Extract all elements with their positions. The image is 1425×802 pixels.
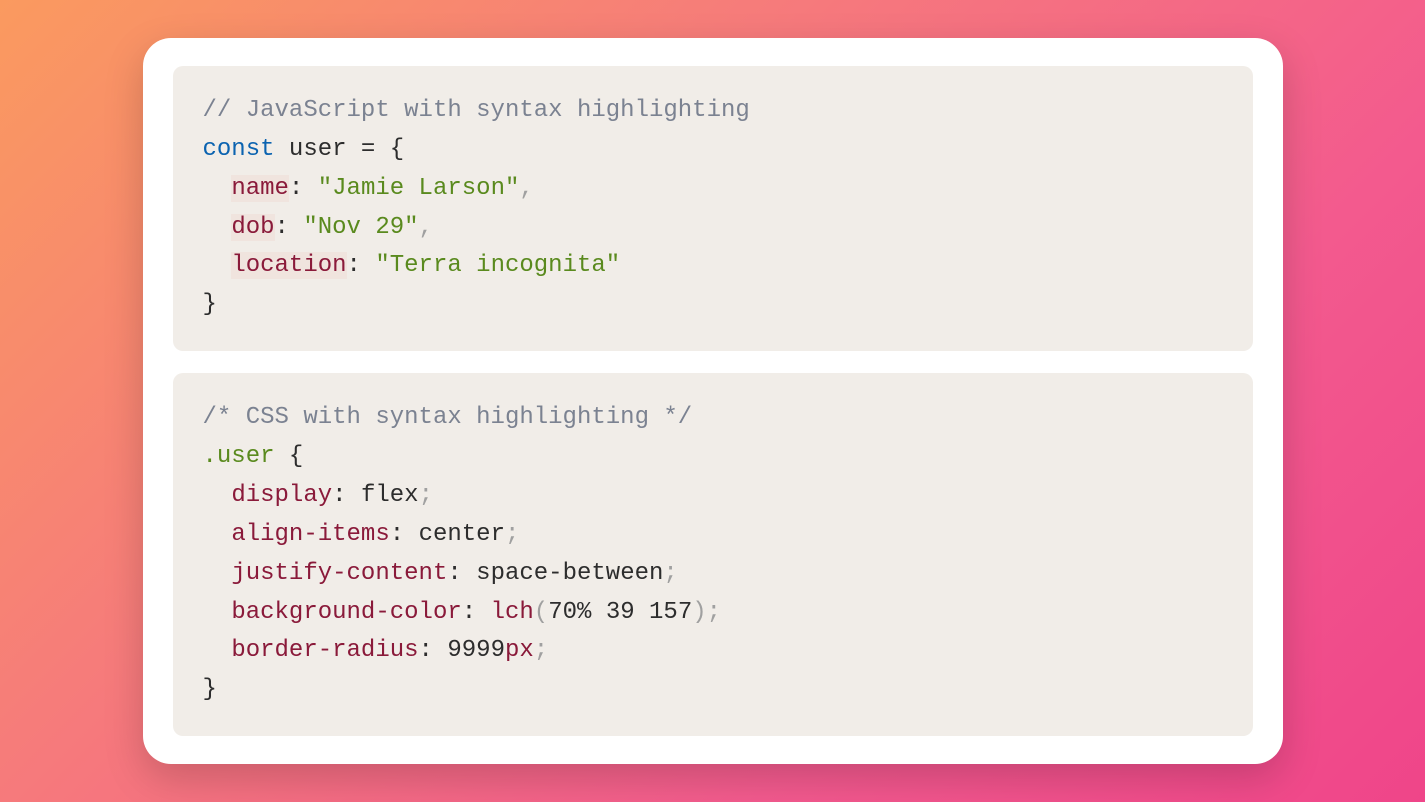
js-colon: : bbox=[289, 175, 303, 202]
indent bbox=[203, 175, 232, 202]
css-paren-close: ) bbox=[692, 599, 706, 626]
css-brace-close: } bbox=[203, 676, 217, 703]
css-prop-justify-content: justify-content bbox=[231, 560, 447, 587]
css-brace-open: { bbox=[289, 443, 303, 470]
js-code-block: // JavaScript with syntax highlighting c… bbox=[173, 66, 1253, 351]
code-card: // JavaScript with syntax highlighting c… bbox=[143, 38, 1283, 764]
indent bbox=[203, 637, 232, 664]
css-prop-border-radius: border-radius bbox=[231, 637, 418, 664]
indent bbox=[203, 252, 232, 279]
indent bbox=[203, 214, 232, 241]
js-comma: , bbox=[419, 214, 433, 241]
indent bbox=[203, 560, 232, 587]
js-prop-name: name bbox=[231, 175, 289, 202]
js-comment: // JavaScript with syntax highlighting bbox=[203, 97, 750, 124]
css-lch-l: 70% bbox=[548, 599, 591, 626]
css-val-display: flex bbox=[361, 482, 419, 509]
js-string-location: "Terra incognita" bbox=[375, 252, 620, 279]
js-comma: , bbox=[519, 175, 533, 202]
css-semi: ; bbox=[707, 599, 721, 626]
css-semi: ; bbox=[663, 560, 677, 587]
css-colon: : bbox=[419, 637, 433, 664]
js-prop-location: location bbox=[231, 252, 346, 279]
js-prop-dob: dob bbox=[231, 214, 274, 241]
css-semi: ; bbox=[419, 482, 433, 509]
js-colon: : bbox=[275, 214, 289, 241]
js-string-dob: "Nov 29" bbox=[303, 214, 418, 241]
css-prop-background-color: background-color bbox=[231, 599, 461, 626]
css-prop-align-items: align-items bbox=[231, 521, 389, 548]
css-lch-c: 39 bbox=[606, 599, 635, 626]
css-val-justify: space-between bbox=[476, 560, 663, 587]
css-func-lch: lch bbox=[491, 599, 534, 626]
js-colon: : bbox=[347, 252, 361, 279]
css-prop-display: display bbox=[231, 482, 332, 509]
css-semi: ; bbox=[505, 521, 519, 548]
css-colon: : bbox=[447, 560, 461, 587]
css-paren-open: ( bbox=[534, 599, 548, 626]
js-string-name: "Jamie Larson" bbox=[318, 175, 520, 202]
js-brace-close: } bbox=[203, 291, 217, 318]
css-val-radius-unit: px bbox=[505, 637, 534, 664]
css-colon: : bbox=[332, 482, 346, 509]
indent bbox=[203, 599, 232, 626]
indent bbox=[203, 521, 232, 548]
css-semi: ; bbox=[534, 637, 548, 664]
indent bbox=[203, 482, 232, 509]
css-lch-h: 157 bbox=[649, 599, 692, 626]
js-keyword-const: const bbox=[203, 136, 275, 163]
css-val-align: center bbox=[419, 521, 505, 548]
js-equals: = bbox=[347, 136, 390, 163]
css-colon: : bbox=[390, 521, 404, 548]
css-code-block: /* CSS with syntax highlighting */ .user… bbox=[173, 373, 1253, 736]
css-comment: /* CSS with syntax highlighting */ bbox=[203, 404, 693, 431]
css-selector-user: .user bbox=[203, 443, 275, 470]
js-var-user: user bbox=[289, 136, 347, 163]
css-colon: : bbox=[462, 599, 476, 626]
css-val-radius-num: 9999 bbox=[447, 637, 505, 664]
js-brace-open: { bbox=[390, 136, 404, 163]
